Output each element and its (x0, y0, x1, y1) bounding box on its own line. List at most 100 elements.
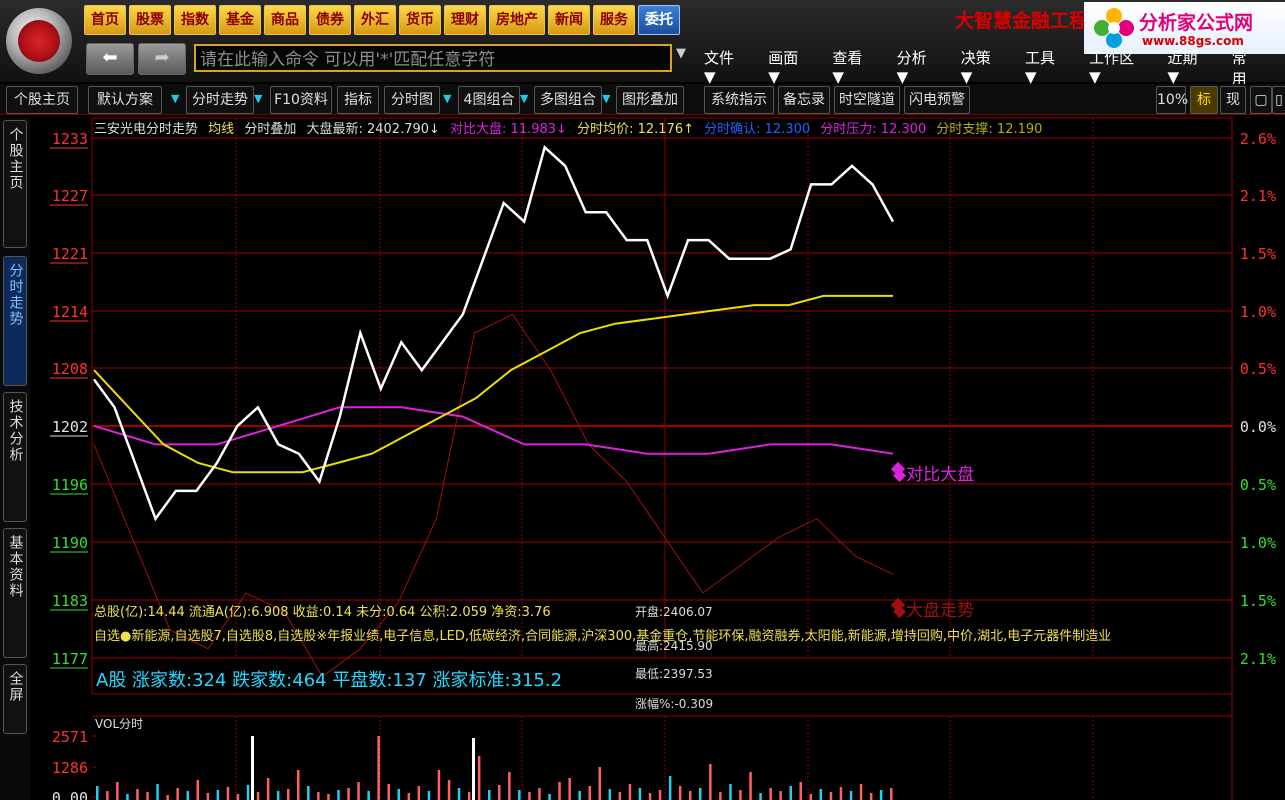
volume-bar (608, 789, 612, 800)
y-left-tick: 1183 (52, 592, 88, 610)
volume-bar (668, 776, 672, 800)
volume-bar (447, 780, 451, 800)
chart-header: 三安光电分时走势 均线 分时叠加 大盘最新: 2402.790↓ 对比大盘: 1… (94, 118, 1042, 137)
volume-bar (467, 792, 471, 800)
volume-bar (457, 788, 461, 800)
volume-bar (658, 790, 662, 800)
volume-bar (246, 785, 250, 800)
vol-tick: 0.00 (52, 789, 88, 800)
index-latest: 大盘最新: 2402.790↓ (306, 122, 440, 137)
index-trend-line (93, 313, 894, 678)
volume-bar (648, 793, 652, 800)
volume-bar (276, 791, 280, 800)
index-low: 最低:2397.53 (635, 667, 713, 681)
volume-bar (297, 770, 300, 800)
volume-bar (819, 789, 823, 800)
volume-bar (709, 764, 712, 800)
y-left-tick: 1208 (52, 360, 88, 378)
volume-bar (749, 772, 752, 800)
y-left-tick: 1227 (52, 187, 88, 205)
vol-tick: 1286 (52, 759, 88, 777)
y-right-tick: 1.5% (1240, 592, 1276, 610)
volume-bar (116, 782, 119, 800)
sector-tags: 自选●新能源,自选股7,自选股8,自选股※年报业绩,电子信息,LED,低碳经济,… (94, 629, 1112, 644)
volume-bar (307, 786, 310, 800)
volume-bar (769, 788, 772, 800)
y-right-tick: 0.5% (1240, 360, 1276, 378)
volume-bar (689, 791, 692, 800)
volume-bar (498, 785, 501, 800)
y-left-tick: 1233 (52, 130, 88, 148)
volume-bar (879, 790, 883, 800)
confirm-value: 分时确认: 12.300 (704, 122, 811, 137)
volume-bar (789, 786, 792, 800)
volume-bar (387, 784, 390, 800)
legend-index: ◆大盘走势 (893, 601, 975, 621)
y-left-tick: 1190 (52, 534, 88, 552)
volume-bar (528, 792, 531, 800)
volume-bar (518, 790, 521, 800)
volume-bar (598, 767, 601, 800)
avg-price: 分时均价: 12.176↑ (577, 122, 694, 137)
volume-bar (146, 792, 149, 800)
volume-bar (699, 788, 702, 800)
volume-bar (799, 782, 802, 800)
avg-toggle[interactable]: 均线 (208, 122, 234, 137)
volume-bar (538, 788, 541, 800)
y-right-tick: 1.5% (1240, 245, 1276, 263)
compare-value: 对比大盘: 11.983↓ (450, 122, 567, 137)
volume-bar (739, 790, 742, 800)
vol-title: VOL分时 (95, 717, 143, 731)
y-left-tick: 1177 (52, 650, 88, 668)
vol-tick: 2571 (52, 728, 88, 746)
volume-bar (437, 770, 441, 800)
y-right-tick: 0.5% (1240, 476, 1276, 494)
volume-bar (186, 791, 189, 800)
volume-bar (317, 792, 320, 800)
y-right-tick: 2.1% (1240, 650, 1276, 668)
volume-spike-bar (251, 736, 254, 800)
volume-bar (829, 792, 833, 800)
support-value: 分时支撑: 12.190 (936, 122, 1043, 137)
volume-bar (477, 756, 481, 800)
volume-bar (96, 786, 99, 800)
y-left-tick: 1196 (52, 476, 88, 494)
volume-bar (839, 787, 843, 800)
y-left-tick: 1221 (52, 245, 88, 263)
price-line (92, 145, 895, 522)
overlay-toggle[interactable]: 分时叠加 (244, 122, 296, 137)
volume-bar (869, 793, 873, 800)
legend-compare: ◆对比大盘 (893, 465, 975, 485)
volume-bar (859, 784, 863, 800)
volume-bar (287, 789, 290, 800)
volume-bar (508, 772, 511, 800)
volume-bar (397, 789, 400, 800)
volume-bar (216, 790, 220, 800)
y-right-tick: 2.1% (1240, 187, 1276, 205)
volume-bar (226, 787, 230, 800)
volume-bar (719, 792, 722, 800)
stock-name: 三安光电分时走势 (94, 122, 199, 137)
volume-bar (136, 789, 139, 800)
volume-bar (196, 780, 199, 800)
volume-bar (729, 784, 732, 800)
volume-bar (558, 782, 561, 800)
volume-bar (156, 784, 159, 800)
index-high: 最高:2415.90 (635, 639, 713, 653)
stock-fundamentals: 总股(亿):14.44 流通A(亿):6.908 收益:0.14 未分:0.64… (94, 605, 551, 620)
volume-bar (126, 794, 129, 800)
y-right-tick: 0.0% (1240, 418, 1276, 436)
volume-bar (849, 791, 853, 800)
pressure-value: 分时压力: 12.300 (820, 122, 927, 137)
volume-bar (236, 794, 240, 800)
index-change: 涨幅%:-0.309 (635, 697, 714, 711)
volume-bar (377, 736, 380, 800)
avg-price-line (93, 294, 893, 474)
volume-bar (347, 788, 350, 800)
volume-bar (407, 793, 411, 800)
volume-bar (427, 791, 431, 800)
index-open: 开盘:2406.07 (635, 605, 713, 619)
volume-bar (417, 786, 421, 800)
compare-index-line (93, 406, 894, 455)
volume-bar (568, 778, 571, 800)
